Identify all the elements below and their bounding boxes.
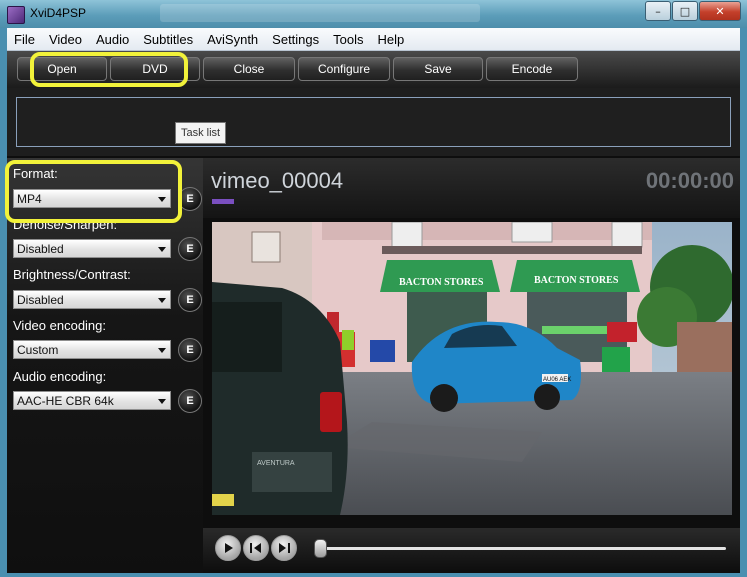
menu-bar: File Video Audio Subtitles AviSynth Sett…: [7, 28, 740, 51]
play-icon: [225, 543, 233, 553]
video-encoding-edit-button[interactable]: E: [178, 338, 202, 362]
shop-sign-left: BACTON STORES: [399, 277, 484, 288]
play-button[interactable]: [215, 535, 241, 561]
video-encoding-select[interactable]: Custom: [13, 340, 171, 359]
close-window-button[interactable]: ✕: [699, 1, 741, 21]
configure-button[interactable]: Configure: [298, 57, 390, 81]
task-list-tooltip: Task list: [175, 122, 227, 144]
close-file-button[interactable]: Close: [203, 57, 295, 81]
playback-bar: [203, 528, 740, 573]
window-title: XviD4PSP: [30, 6, 87, 20]
denoise-select[interactable]: Disabled: [13, 239, 171, 258]
progress-indicator: [212, 199, 234, 204]
audio-encoding-label: Audio encoding:: [13, 369, 107, 384]
menu-file[interactable]: File: [7, 32, 42, 47]
menu-tools[interactable]: Tools: [326, 32, 370, 47]
seek-track[interactable]: [316, 547, 726, 550]
format-highlight: [5, 160, 182, 223]
step-forward-button[interactable]: [271, 535, 297, 561]
frame-forward-icon: [279, 543, 290, 553]
title-bar: XviD4PSP – □ ✕: [0, 0, 747, 28]
brightness-edit-button[interactable]: E: [178, 288, 202, 312]
truck-badge-text: AVENTURA: [257, 460, 295, 467]
video-encoding-label: Video encoding:: [13, 318, 107, 333]
video-preview[interactable]: BACTON STORES BACTON STORES AU06 AEK AVE…: [212, 222, 732, 515]
video-header: vimeo_00004 00:00:00: [203, 158, 740, 218]
audio-encoding-value: AAC-HE CBR 64k: [17, 394, 114, 408]
maximize-button[interactable]: □: [672, 1, 698, 21]
tasklist-area: Task list: [7, 88, 740, 156]
video-title: vimeo_00004: [211, 168, 344, 193]
video-encoding-value: Custom: [17, 343, 59, 357]
audio-encoding-edit-button[interactable]: E: [178, 389, 202, 413]
brightness-select[interactable]: Disabled: [13, 290, 171, 309]
license-plate-text: AU06 AEK: [543, 377, 571, 383]
frame-back-icon: [250, 543, 261, 553]
task-list[interactable]: [16, 97, 731, 147]
denoise-edit-button[interactable]: E: [178, 237, 202, 261]
menu-help[interactable]: Help: [371, 32, 412, 47]
titlebar-reflection: [160, 4, 480, 22]
minimize-button[interactable]: –: [645, 1, 671, 21]
client-area: File Video Audio Subtitles AviSynth Sett…: [7, 28, 740, 573]
audio-encoding-select[interactable]: AAC-HE CBR 64k: [13, 391, 171, 410]
chevron-down-icon: [158, 298, 166, 303]
video-timecode: 00:00:00: [645, 168, 734, 193]
menu-video[interactable]: Video: [42, 32, 89, 47]
chevron-down-icon: [158, 247, 166, 252]
save-button[interactable]: Save: [393, 57, 483, 81]
denoise-value: Disabled: [17, 242, 64, 256]
menu-audio[interactable]: Audio: [89, 32, 136, 47]
menu-avisynth[interactable]: AviSynth: [200, 32, 265, 47]
chevron-down-icon: [158, 399, 166, 404]
shop-sign-right: BACTON STORES: [534, 275, 619, 286]
app-icon: [7, 6, 25, 24]
brightness-label: Brightness/Contrast:: [13, 267, 131, 282]
menu-subtitles[interactable]: Subtitles: [136, 32, 200, 47]
chevron-down-icon: [158, 348, 166, 353]
toolbar-highlight: [30, 52, 188, 87]
menu-settings[interactable]: Settings: [265, 32, 326, 47]
video-frame-image: BACTON STORES BACTON STORES AU06 AEK AVE…: [212, 222, 732, 515]
encode-button[interactable]: Encode: [486, 57, 578, 81]
seek-thumb[interactable]: [314, 539, 327, 558]
brightness-value: Disabled: [17, 293, 64, 307]
step-back-button[interactable]: [243, 535, 269, 561]
